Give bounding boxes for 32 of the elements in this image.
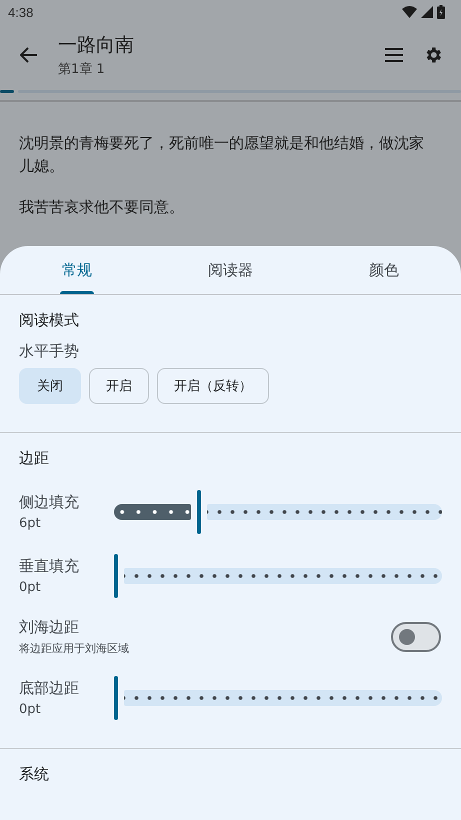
setting-value: 0pt [19,702,42,717]
option-chip[interactable]: 关闭 [19,368,81,404]
toggle-switch[interactable] [391,622,441,652]
settings-tab[interactable]: 阅读器 [154,246,308,294]
setting-description: 将边距应用于刘海区域 [19,641,129,656]
chapter-subtitle: 第1章 1 [58,61,106,78]
setting-label: 垂直填充 [19,557,80,576]
wifi-icon [402,6,417,18]
section-heading: 边距 [19,449,50,468]
settings-tab[interactable]: 颜色 [307,246,461,294]
setting-label: 水平手势 [19,342,80,361]
option-chip[interactable]: 开启 [89,368,149,404]
padding-slider[interactable] [114,490,442,534]
menu-icon[interactable] [385,48,403,62]
signal-icon [421,6,433,18]
status-time: 4:38 [8,4,34,20]
setting-label: 侧边填充 [19,493,80,512]
book-title: 一路向南 [58,33,135,58]
padding-slider[interactable] [114,676,442,720]
section-heading: 系统 [19,765,50,784]
setting-label: 底部边距 [19,679,80,698]
setting-label: 刘海边距 [19,618,80,637]
battery-icon [437,5,445,19]
back-arrow-icon[interactable] [20,47,38,63]
section-heading: 阅读模式 [19,311,80,330]
story-paragraph: 沈明景的青梅要死了，死前唯一的愿望就是和他结婚，做沈家儿媳。 [19,133,425,177]
padding-slider[interactable] [114,554,442,598]
setting-value: 0pt [19,580,42,595]
story-paragraph: 我苦苦哀求他不要同意。 [19,197,185,218]
option-chip[interactable]: 开启（反转） [157,368,269,404]
settings-tab[interactable]: 常规 [0,246,154,294]
setting-value: 6pt [19,516,42,531]
